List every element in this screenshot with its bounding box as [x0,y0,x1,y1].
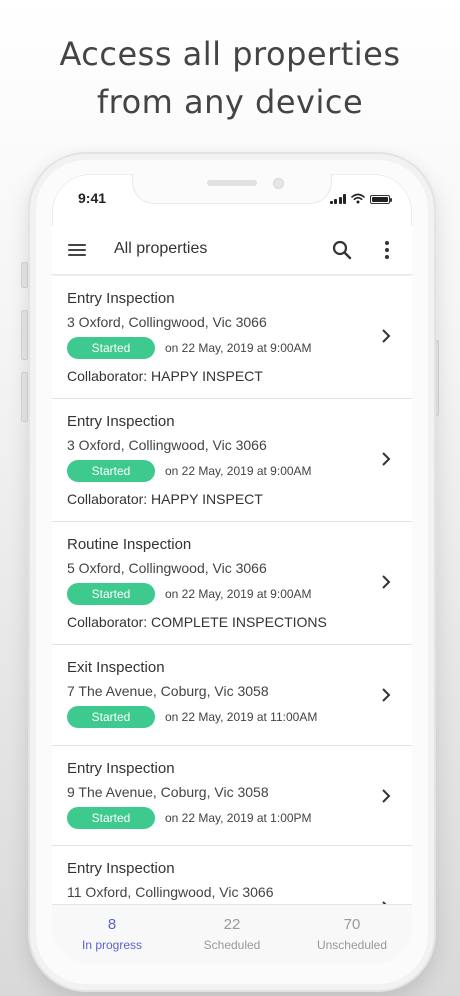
inspection-address: 5 Oxford, Collingwood, Vic 3066 [67,560,267,576]
inspection-address: 3 Oxford, Collingwood, Vic 3066 [67,314,267,330]
inspection-date: on 22 May, 2019 at 11:00AM [165,710,318,724]
status-badge: Started [67,583,155,605]
phone-notch [132,174,332,204]
tab-label: Unscheduled [316,938,388,952]
status-badge: Started [67,706,155,728]
phone-screen: 9:41 All properties Entry Inspection 3 O… [52,174,412,964]
chevron-right-icon [382,688,391,702]
app-bar: All properties [52,226,412,275]
status-badge: Started [67,460,155,482]
tab-scheduled[interactable]: 22 Scheduled [172,905,292,964]
status-icons [329,193,392,204]
bottom-tab-bar: 8 In progress 22 Scheduled 70 Unschedule… [52,904,412,964]
tab-label: In progress [81,938,143,952]
inspection-card[interactable]: Entry Inspection 3 Oxford, Collingwood, … [52,399,412,522]
inspection-card[interactable]: Entry Inspection 9 The Avenue, Coburg, V… [52,746,412,846]
inspection-collaborator: Collaborator: COMPLETE INSPECTIONS [67,614,327,630]
inspection-address: 9 The Avenue, Coburg, Vic 3058 [67,784,269,800]
speaker-grille [207,180,257,186]
more-vert-icon[interactable] [382,238,392,262]
inspection-address: 11 Oxford, Collingwood, Vic 3066 [67,884,274,900]
tab-label: Scheduled [203,938,261,952]
inspection-type: Entry Inspection [67,290,175,307]
tab-in-progress[interactable]: 8 In progress [52,905,172,964]
tab-count: 8 [107,916,117,933]
inspection-card[interactable]: Exit Inspection 7 The Avenue, Coburg, Vi… [52,645,412,746]
inspection-collaborator: Collaborator: HAPPY INSPECT [67,368,263,384]
inspection-date: on 22 May, 2019 at 9:00AM [165,341,312,355]
headline-line-1: Access all properties [59,35,401,73]
chevron-right-icon [382,575,391,589]
inspection-list: Entry Inspection 3 Oxford, Collingwood, … [52,276,412,904]
inspection-address: 7 The Avenue, Coburg, Vic 3058 [67,683,269,699]
inspection-card[interactable]: Entry Inspection 3 Oxford, Collingwood, … [52,276,412,399]
battery-icon [370,195,392,204]
front-camera [273,178,284,189]
wifi-icon [351,193,365,204]
tab-count: 22 [223,916,241,933]
menu-icon[interactable] [66,240,88,260]
inspection-card[interactable]: Entry Inspection 11 Oxford, Collingwood,… [52,846,412,904]
phone-volume-down [21,372,28,422]
app-bar-title: All properties [114,240,208,257]
phone-volume-up [21,310,28,360]
tab-count: 70 [343,916,361,933]
inspection-date: on 22 May, 2019 at 1:00PM [165,811,312,825]
inspection-collaborator: Collaborator: HAPPY INSPECT [67,491,263,507]
status-badge: Started [67,807,155,829]
phone-side-button [21,262,28,288]
inspection-type: Exit Inspection [67,659,165,676]
inspection-card[interactable]: Routine Inspection 5 Oxford, Collingwood… [52,522,412,645]
chevron-right-icon [382,789,391,803]
inspection-type: Entry Inspection [67,413,175,430]
cellular-signal-icon [329,194,346,204]
inspection-date: on 22 May, 2019 at 9:00AM [165,587,312,601]
inspection-type: Entry Inspection [67,760,175,777]
headline-line-2: from any device [96,83,364,121]
search-icon[interactable] [330,238,354,262]
phone-frame: 9:41 All properties Entry Inspection 3 O… [28,152,436,992]
inspection-type: Routine Inspection [67,536,192,553]
inspection-address: 3 Oxford, Collingwood, Vic 3066 [67,437,267,453]
status-badge: Started [67,337,155,359]
chevron-right-icon [382,452,391,466]
inspection-type: Entry Inspection [67,860,175,877]
headline: Access all properties from any device [0,30,460,126]
tab-unscheduled[interactable]: 70 Unscheduled [292,905,412,964]
status-time: 9:41 [78,190,107,206]
inspection-date: on 22 May, 2019 at 9:00AM [165,464,312,478]
chevron-right-icon [382,329,391,343]
